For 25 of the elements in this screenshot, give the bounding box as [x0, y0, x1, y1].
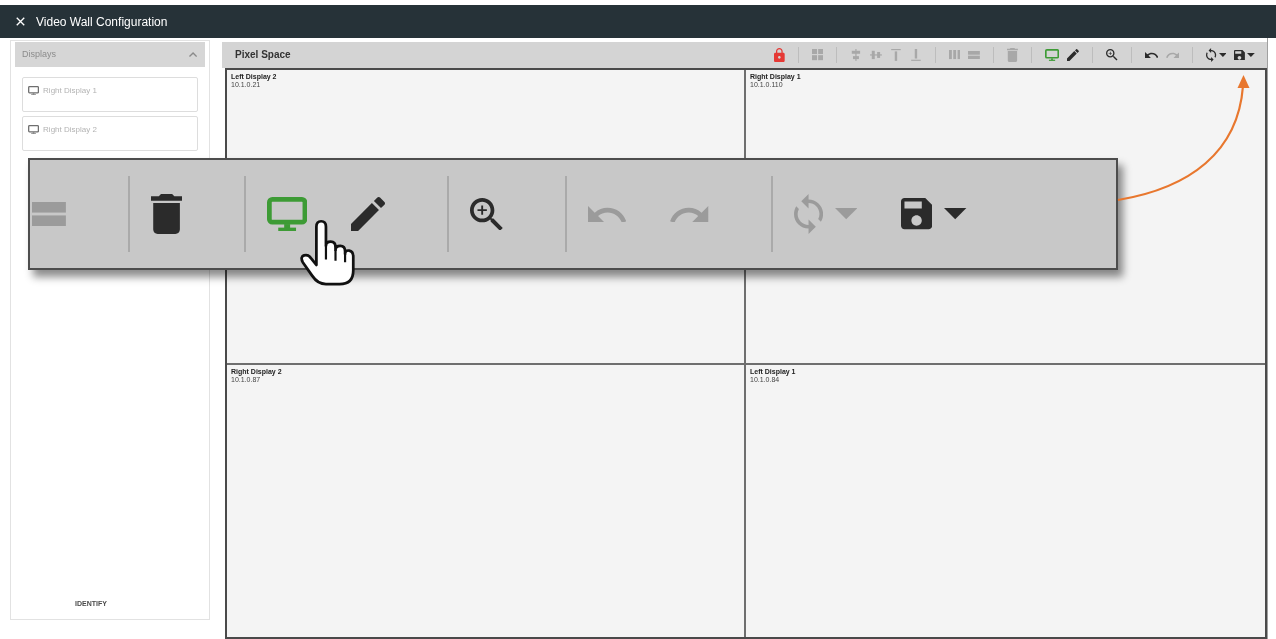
monitor-icon[interactable]	[267, 197, 308, 231]
display-list-item[interactable]: Right Display 1	[22, 77, 198, 112]
display-label: Right Display 1	[43, 87, 97, 95]
save-button[interactable]	[1234, 49, 1255, 61]
zoom-in-icon[interactable]	[470, 197, 504, 231]
monitor-icon	[28, 86, 40, 96]
sync-icon	[793, 194, 823, 234]
panel-title: Displays	[22, 50, 56, 59]
pencil-icon[interactable]	[1067, 49, 1080, 61]
sync-icon	[1206, 48, 1217, 62]
window-title: Video Wall Configuration	[36, 15, 168, 28]
close-icon[interactable]	[16, 17, 25, 26]
pencil-icon[interactable]	[351, 197, 386, 231]
undo-icon[interactable]	[1144, 52, 1158, 58]
chevron-up-icon[interactable]	[188, 52, 197, 57]
display-list-item[interactable]: Right Display 2	[22, 116, 198, 151]
trash-icon[interactable]	[150, 194, 182, 234]
pixel-space-title: Pixel Space	[235, 50, 291, 60]
zoom-in-icon[interactable]	[1106, 49, 1118, 61]
sync-button[interactable]	[1206, 48, 1227, 62]
padlock-icon[interactable]	[774, 48, 786, 62]
save-button[interactable]	[901, 198, 967, 230]
monitor-icon	[28, 125, 40, 135]
monitor-icon[interactable]	[1045, 49, 1060, 61]
display-label: Right Display 2	[43, 126, 97, 134]
